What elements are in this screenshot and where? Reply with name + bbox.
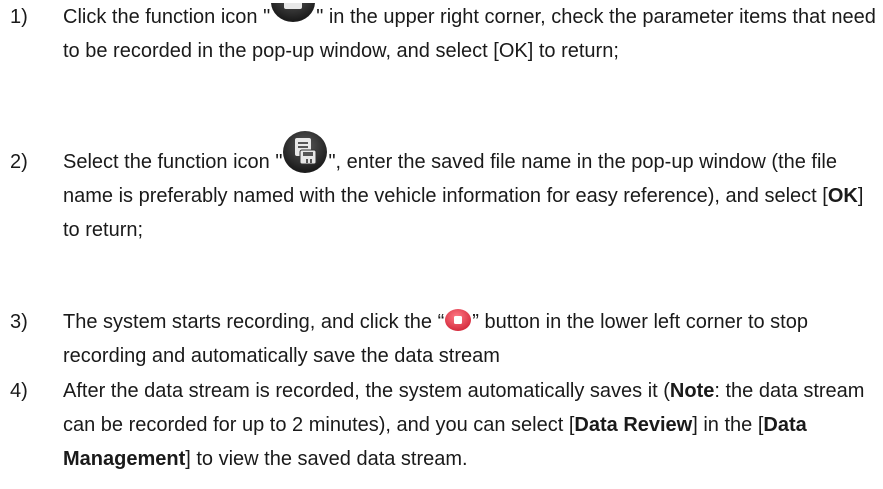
save-record-icon [282, 130, 328, 174]
step-number: 3) [10, 311, 28, 333]
step-text: Select the function icon " ", enter the … [63, 131, 878, 247]
step-number: 2) [10, 151, 28, 173]
step-text: After the data stream is recorded, the s… [63, 380, 865, 470]
step-text: Click the function icon " " in the upper… [63, 0, 878, 68]
step-number: 4) [10, 380, 28, 402]
step-number: 1) [10, 6, 28, 28]
parameter-select-icon [270, 3, 316, 23]
step-text: The system starts recording, and click t… [63, 305, 878, 373]
stop-record-icon [444, 308, 472, 332]
